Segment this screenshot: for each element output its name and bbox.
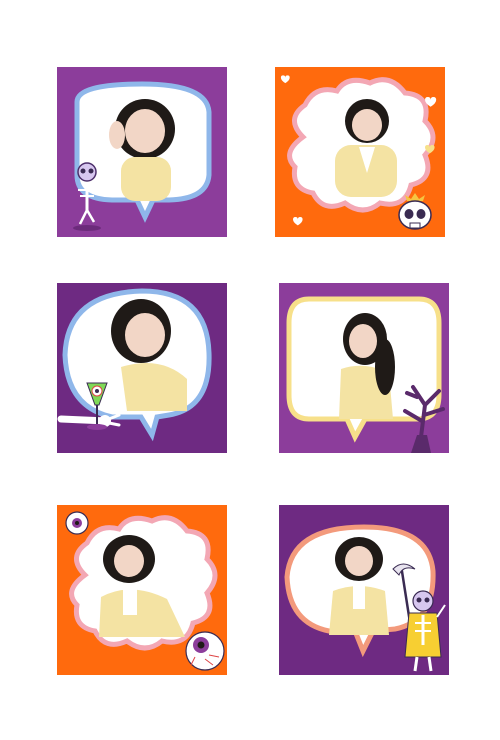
card-2-svg bbox=[275, 67, 445, 237]
photo-card-1 bbox=[57, 67, 227, 237]
photo-card-4 bbox=[279, 283, 449, 453]
photo-card-2 bbox=[275, 67, 445, 237]
card-6-svg bbox=[279, 505, 449, 675]
eyeball-sticker bbox=[65, 511, 89, 535]
card-1-svg bbox=[57, 67, 227, 237]
photo-card-6 bbox=[279, 505, 449, 675]
card-4-svg bbox=[279, 283, 449, 453]
eyeball-sticker bbox=[185, 631, 225, 671]
photo-card-5 bbox=[57, 505, 227, 675]
card-5-svg bbox=[57, 505, 227, 675]
card-3-svg bbox=[57, 283, 227, 453]
photo-card-3 bbox=[57, 283, 227, 453]
